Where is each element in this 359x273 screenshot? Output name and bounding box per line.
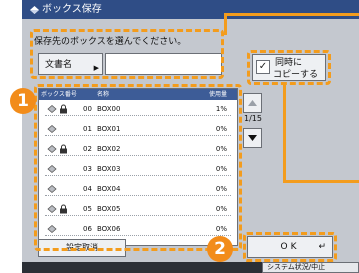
callout-frame-name — [30, 29, 224, 79]
callout-line — [283, 85, 286, 182]
callout-frame-ok — [243, 232, 337, 262]
callout-line — [224, 13, 359, 16]
system-status-button[interactable]: システム状況/中止 — [262, 262, 359, 273]
box-save-icon — [30, 6, 39, 14]
callout-frame-list — [34, 84, 242, 251]
scroll-up-button[interactable] — [243, 93, 262, 113]
callout-line — [224, 13, 227, 35]
callout-badge-2: 2 — [207, 236, 233, 262]
page-indicator: 1/15 — [244, 114, 262, 123]
callout-line — [283, 180, 359, 183]
triangle-down-icon — [248, 135, 257, 141]
title-bar: ボックス保存 — [22, 0, 359, 19]
scroll-down-button[interactable] — [243, 128, 262, 148]
triangle-up-icon — [248, 100, 257, 106]
window-title: ボックス保存 — [42, 4, 102, 15]
callout-badge-1: 1 — [10, 88, 36, 114]
system-status-label: システム状況/中止 — [267, 263, 326, 271]
callout-frame-copy — [247, 50, 331, 85]
